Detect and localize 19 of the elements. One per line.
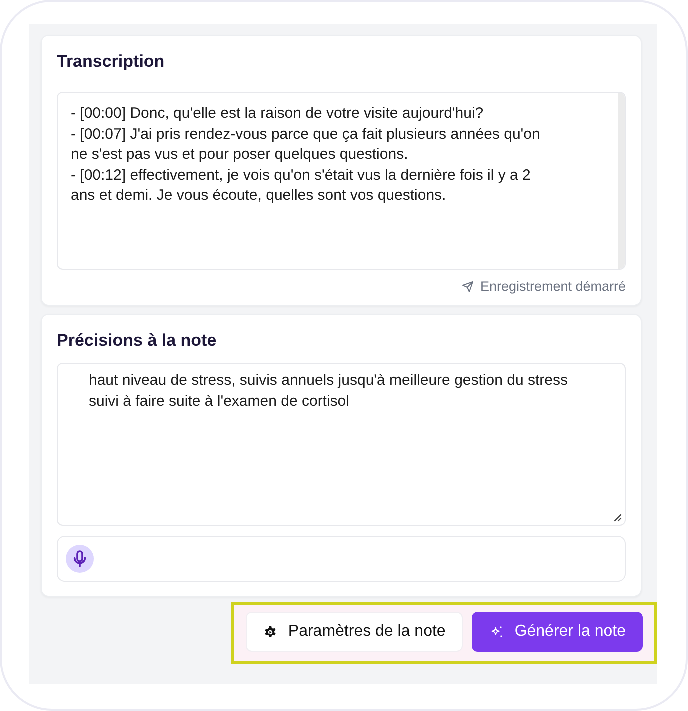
transcription-field[interactable] <box>57 92 626 270</box>
send-icon <box>462 281 474 293</box>
note-line: suivi à faire suite à l'examen de cortisol <box>89 392 350 412</box>
note-settings-button[interactable]: Paramètres de la note <box>246 612 463 652</box>
sparkle-icon <box>490 625 504 639</box>
resize-handle-icon[interactable] <box>614 514 622 522</box>
scrollbar[interactable] <box>618 93 625 269</box>
card-title: Transcription <box>57 51 165 73</box>
microphone-icon[interactable] <box>66 545 94 573</box>
transcript-line: - [00:07] J'ai pris rendez-vous parce que ça fait plusieurs années qu'on ne s'est pas vus et pour poser quelques questions. <box>71 124 542 166</box>
generate-note-button[interactable]: Générer la note <box>472 612 643 652</box>
recording-status: Enregistrement démarré <box>480 278 626 296</box>
card-title: Précisions à la note <box>57 330 217 352</box>
gear-icon <box>264 626 278 638</box>
transcript-line: - [00:00] Donc, qu'elle est la raison de votre visite aujourd'hui? <box>71 104 485 124</box>
voice-input-field[interactable] <box>57 536 626 582</box>
transcript-line: - [00:12] effectivement, je vois qu'on s'était vus la dernière fois il y a 2 ans et demi. Je vous écoute, quelles sont vos questions. <box>71 166 532 206</box>
note-details-field[interactable]: haut niveau de stress, suivis annuels jusqu'à meilleure gestion du stress suivi à faire suite à l'examen de cortisol <box>57 363 626 526</box>
note-line: haut niveau de stress, suivis annuels jusqu'à meilleure gestion du stress <box>89 371 569 391</box>
